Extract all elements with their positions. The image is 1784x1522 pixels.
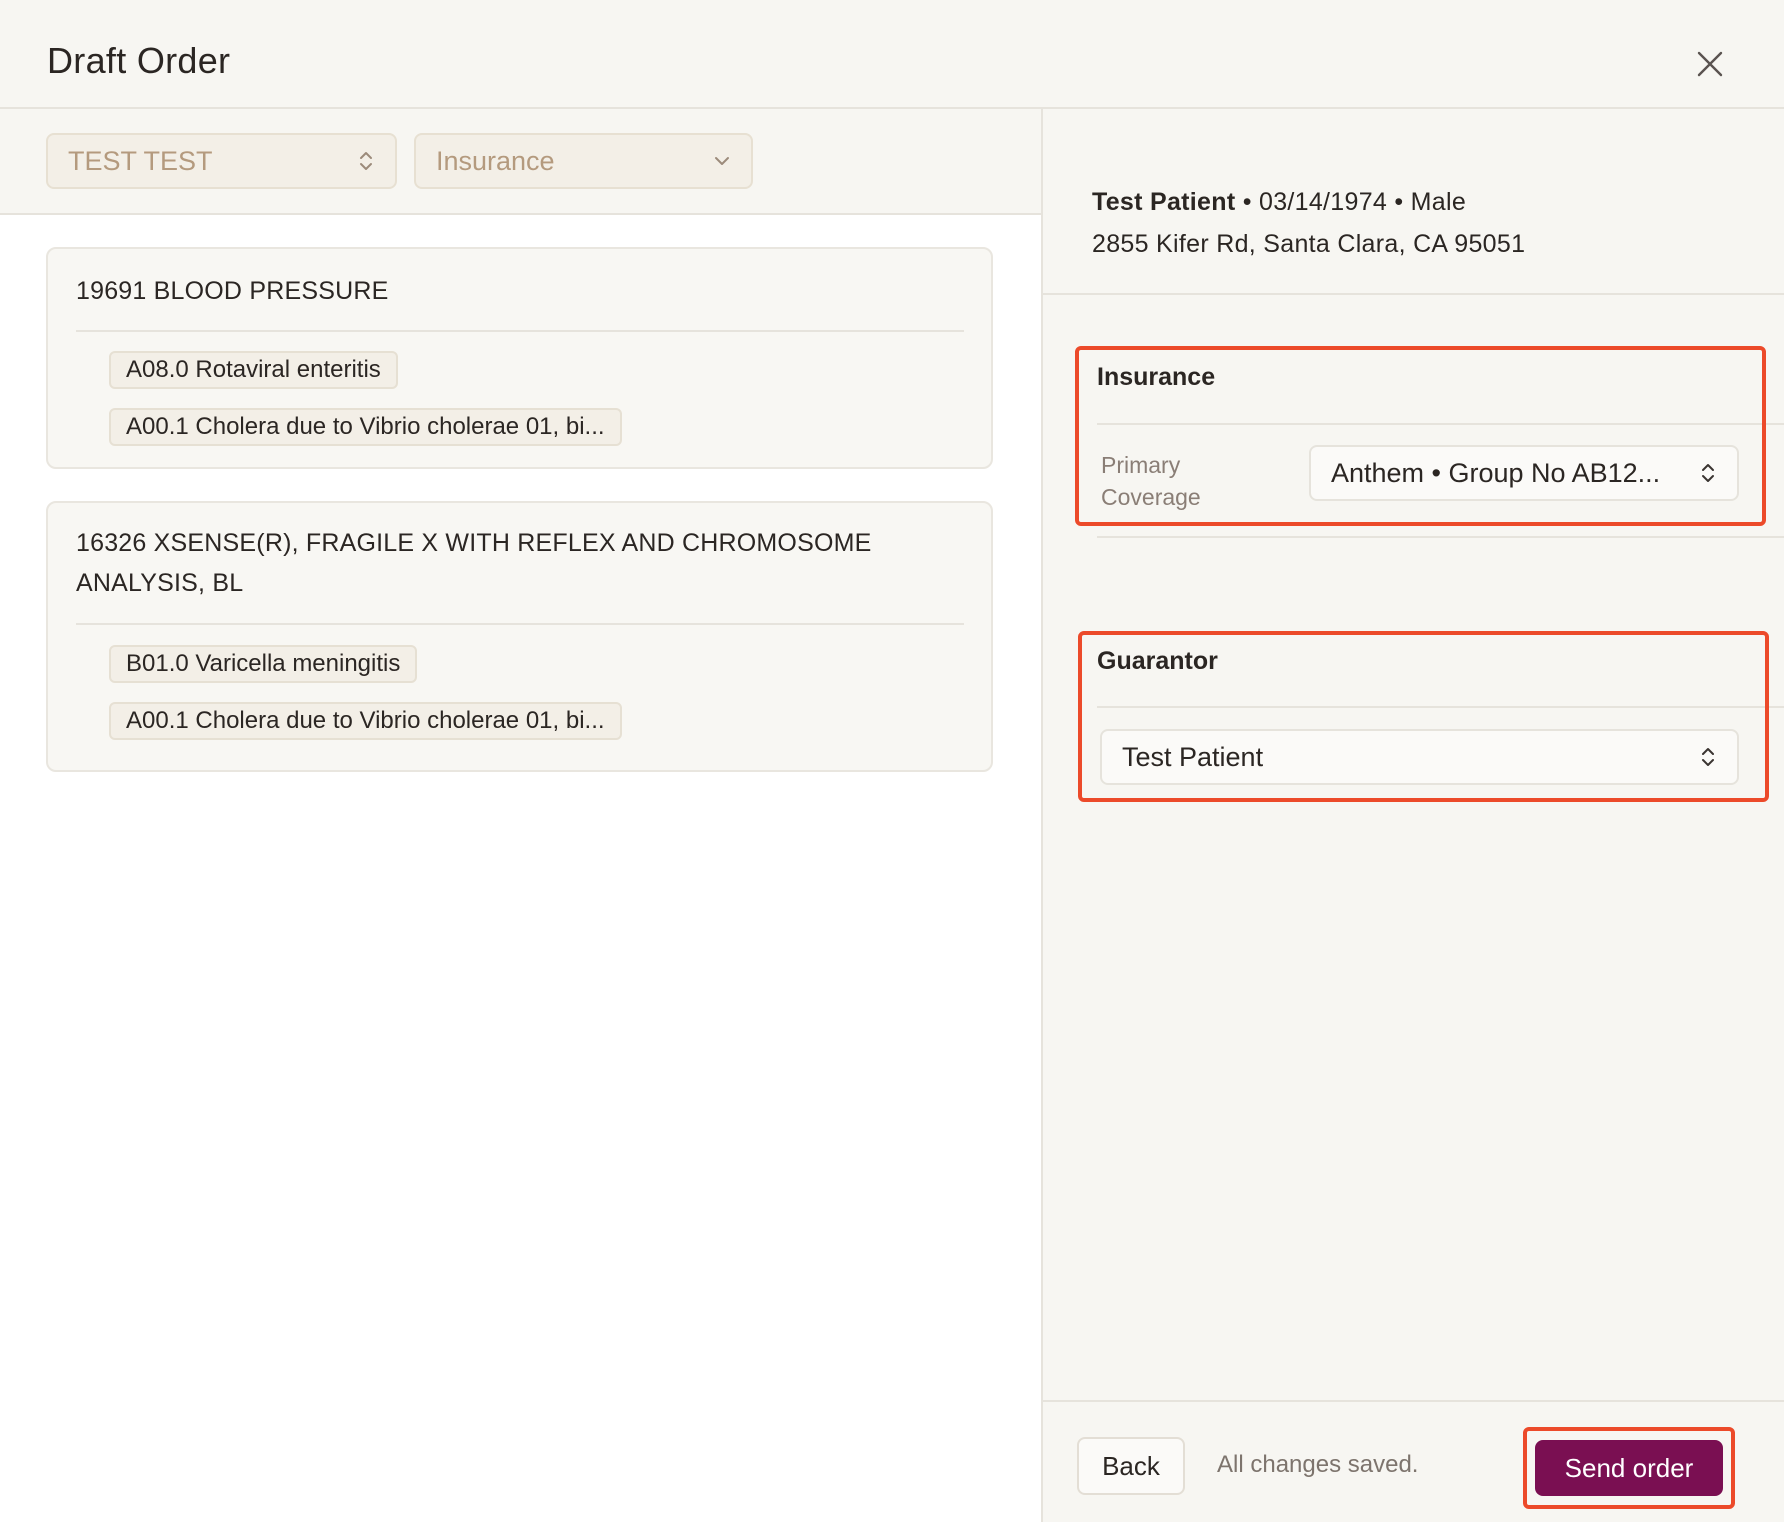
diagnosis-chip: A00.1 Cholera due to Vibrio cholerae 01,…: [109, 408, 622, 446]
save-status: All changes saved.: [1217, 1451, 1419, 1478]
section-divider: [1097, 706, 1784, 708]
back-button[interactable]: Back: [1077, 1437, 1185, 1495]
patient-details: • 03/14/1974 • Male: [1235, 188, 1467, 216]
modal-header: Draft Order: [0, 0, 1784, 109]
order-card: 16326 XSENSE(R), FRAGILE X WITH REFLEX A…: [46, 501, 993, 772]
send-order-button[interactable]: Send order: [1535, 1440, 1723, 1496]
diagnosis-chip: B01.0 Varicella meningitis: [109, 645, 418, 683]
chevron-up-down-icon: [360, 152, 372, 170]
billing-select-value: Insurance: [436, 145, 555, 176]
chevron-up-down-icon: [1702, 464, 1714, 482]
chevron-down-icon: [715, 157, 729, 165]
modal-footer: Back All changes saved. Send order: [1043, 1400, 1784, 1522]
close-icon: [1697, 51, 1723, 77]
section-divider: [1097, 423, 1784, 425]
card-divider: [76, 330, 964, 332]
diagnosis-chip: A00.1 Cholera due to Vibrio cholerae 01,…: [109, 702, 622, 740]
chevron-up-down-icon: [1702, 748, 1714, 766]
patient-summary: Test Patient • 03/14/1974 • Male 2855 Ki…: [1092, 181, 1525, 265]
diagnosis-chip: A08.0 Rotaviral enteritis: [109, 351, 398, 389]
patient-name: Test Patient: [1092, 188, 1236, 216]
order-title: 19691 BLOOD PRESSURE: [76, 277, 389, 305]
insurance-section-title: Insurance: [1097, 363, 1216, 391]
order-card: 19691 BLOOD PRESSURE A08.0 Rotaviral ent…: [46, 247, 993, 469]
guarantor-select[interactable]: Test Patient: [1100, 729, 1739, 785]
section-divider: [1097, 536, 1784, 538]
billing-select[interactable]: Insurance: [414, 133, 753, 189]
guarantor-value: Test Patient: [1122, 741, 1264, 772]
primary-coverage-label: Primary Coverage: [1101, 452, 1201, 510]
patient-address: 2855 Kifer Rd, Santa Clara, CA 95051: [1092, 230, 1526, 258]
patient-select[interactable]: TEST TEST: [46, 133, 397, 189]
order-list-pane: TEST TEST Insurance 19691 BLOOD PRESSURE…: [0, 109, 1041, 1522]
primary-coverage-value: Anthem • Group No AB12...: [1331, 457, 1661, 488]
order-title: 16326 XSENSE(R), FRAGILE X WITH REFLEX A…: [76, 529, 872, 597]
patient-line: Test Patient • 03/14/1974 • Male: [1092, 181, 1525, 223]
patient-select-value: TEST TEST: [68, 145, 213, 176]
primary-coverage-select[interactable]: Anthem • Group No AB12...: [1309, 445, 1739, 501]
guarantor-section-title: Guarantor: [1097, 647, 1218, 675]
page-title: Draft Order: [47, 40, 231, 81]
order-details-pane: Test Patient • 03/14/1974 • Male 2855 Ki…: [1041, 109, 1784, 1522]
filter-bar: TEST TEST Insurance: [0, 109, 1041, 215]
pane-divider: [1043, 293, 1784, 295]
card-divider: [76, 623, 964, 625]
close-button[interactable]: [1690, 44, 1730, 84]
